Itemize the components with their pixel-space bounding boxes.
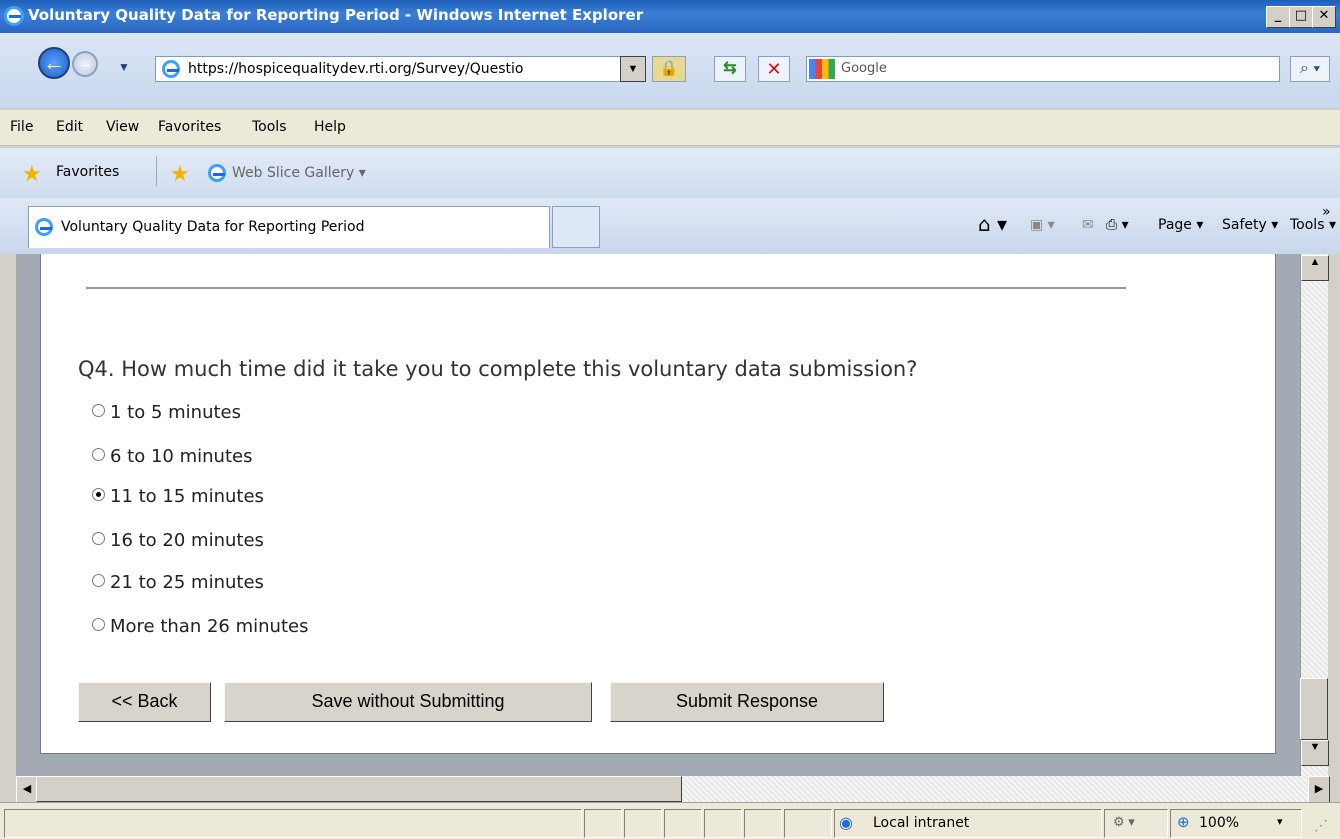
menu-view[interactable]: View [106, 119, 139, 135]
option-16-20-minutes[interactable]: 16 to 20 minutes [92, 530, 264, 551]
zoom-dropdown-icon[interactable]: ▾ [1277, 815, 1283, 828]
new-tab-button[interactable] [552, 206, 600, 248]
home-icon[interactable]: ⌂ ▾ [978, 212, 1007, 236]
submit-response-button[interactable]: Submit Response [610, 682, 884, 722]
favorites-bar: ★ Favorites ★ Web Slice Gallery ▾ [0, 148, 1340, 198]
status-segment [704, 809, 742, 838]
favorites-button[interactable]: Favorites [56, 164, 119, 180]
close-button[interactable]: ✕ [1312, 6, 1336, 28]
menu-bar: File Edit View Favorites Tools Help [0, 110, 1340, 146]
divider [86, 287, 1126, 289]
status-segment [784, 809, 832, 838]
option-label: 21 to 25 minutes [110, 572, 264, 593]
safety-menu[interactable]: Safety ▾ [1222, 217, 1278, 233]
back-button[interactable]: ← [38, 47, 70, 79]
radio-button[interactable] [92, 404, 105, 417]
forward-button[interactable]: → [72, 51, 98, 77]
option-label: More than 26 minutes [110, 616, 309, 637]
option-label: 16 to 20 minutes [110, 530, 264, 551]
back-nav-button[interactable]: << Back [78, 682, 211, 722]
option-21-25-minutes[interactable]: 21 to 25 minutes [92, 572, 264, 593]
option-6-10-minutes[interactable]: 6 to 10 minutes [92, 446, 252, 467]
address-url: https://hospicequalitydev.rti.org/Survey… [188, 61, 524, 77]
zoom-level: 100% [1199, 815, 1240, 831]
scroll-up-icon[interactable]: ▲ [1301, 255, 1329, 281]
address-dropdown-button[interactable]: ▼ [620, 56, 646, 82]
tab-active[interactable]: Voluntary Quality Data for Reporting Per… [28, 206, 550, 248]
option-11-15-minutes[interactable]: 11 to 15 minutes [92, 486, 264, 507]
print-icon[interactable]: ⎙ ▾ [1106, 217, 1129, 233]
zone-label: Local intranet [873, 815, 970, 831]
ie-logo-icon [4, 6, 24, 26]
question-text: Q4. How much time did it take you to com… [78, 357, 918, 381]
option-more-than-26-minutes[interactable]: More than 26 minutes [92, 616, 308, 637]
save-without-submitting-button[interactable]: Save without Submitting [224, 682, 592, 722]
menu-favorites[interactable]: Favorites [158, 119, 221, 135]
forward-arrow-icon: → [77, 55, 93, 72]
toolbar-overflow-icon[interactable]: » [1322, 204, 1331, 220]
address-field[interactable]: https://hospicequalitydev.rti.org/Survey… [155, 56, 645, 82]
maximize-button[interactable]: □ [1289, 6, 1313, 28]
vertical-scroll-thumb[interactable] [1300, 678, 1328, 740]
favorites-star-icon: ★ [22, 161, 42, 186]
search-placeholder: Google [841, 61, 887, 76]
option-label: 6 to 10 minutes [110, 446, 253, 467]
status-segment [744, 809, 782, 838]
status-text [4, 809, 582, 838]
search-button[interactable]: ⌕ ▾ [1290, 56, 1330, 82]
intranet-globe-icon: ◉ [839, 815, 853, 832]
status-segment [664, 809, 702, 838]
scroll-right-icon[interactable]: ▶ [1308, 776, 1330, 804]
horizontal-scroll-thumb[interactable] [36, 776, 682, 802]
add-favorite-icon[interactable]: ★ [170, 161, 190, 187]
menu-help[interactable]: Help [314, 119, 346, 135]
security-zone[interactable]: ◉ Local intranet [834, 809, 1102, 838]
google-logo-icon [809, 59, 835, 79]
protected-mode-button[interactable]: ⚙ ▾ [1104, 809, 1168, 838]
option-1-5-minutes[interactable]: 1 to 5 minutes [92, 402, 241, 423]
option-label: 1 to 5 minutes [110, 402, 242, 423]
mail-icon[interactable]: ✉ [1082, 217, 1094, 233]
recent-pages-dropdown-icon[interactable]: ▼ [118, 60, 130, 74]
menu-file[interactable]: File [10, 119, 33, 135]
lock-icon: 🔒 [659, 60, 679, 77]
stop-icon: ✕ [766, 59, 782, 79]
radio-button-selected[interactable] [92, 488, 105, 501]
search-icon: ⌕ ▾ [1299, 60, 1321, 77]
status-segment [624, 809, 662, 838]
back-arrow-icon: ← [43, 50, 65, 75]
zoom-icon: ⊕ [1177, 814, 1190, 831]
zoom-control[interactable]: ⊕ 100% ▾ [1170, 809, 1302, 838]
tab-title: Voluntary Quality Data for Reporting Per… [61, 219, 365, 235]
protected-mode-icon: ⚙ ▾ [1113, 814, 1135, 829]
window-title: Voluntary Quality Data for Reporting Per… [28, 6, 644, 24]
resize-grip-icon[interactable]: ⋰ [1314, 817, 1328, 834]
web-slice-gallery-link[interactable]: Web Slice Gallery ▾ [232, 165, 366, 181]
tab-page-icon [35, 218, 53, 236]
radio-button[interactable] [92, 532, 105, 545]
scroll-left-icon[interactable]: ◀ [16, 776, 38, 804]
refresh-button[interactable]: ⇆ [714, 56, 746, 82]
page-menu[interactable]: Page ▾ [1158, 217, 1203, 233]
refresh-icon: ⇆ [723, 60, 737, 77]
status-segment [584, 809, 622, 838]
separator [156, 156, 157, 186]
web-slice-icon [208, 164, 226, 182]
radio-button[interactable] [92, 618, 105, 631]
menu-tools[interactable]: Tools [252, 119, 287, 135]
security-lock-button[interactable]: 🔒 [652, 56, 686, 82]
scroll-down-icon[interactable]: ▼ [1301, 740, 1329, 766]
search-input[interactable]: Google [806, 56, 1280, 82]
option-label: 11 to 15 minutes [110, 486, 264, 507]
status-bar: ◉ Local intranet ⚙ ▾ ⊕ 100% ▾ ⋰ [0, 802, 1340, 839]
title-bar: Voluntary Quality Data for Reporting Per… [0, 0, 1340, 33]
menu-edit[interactable]: Edit [56, 119, 83, 135]
radio-button[interactable] [92, 574, 105, 587]
page-icon [162, 60, 180, 78]
stop-button[interactable]: ✕ [758, 56, 790, 82]
minimize-button[interactable]: _ [1266, 6, 1290, 28]
radio-button[interactable] [92, 448, 105, 461]
feeds-icon[interactable]: ▣ ▾ [1030, 217, 1055, 233]
